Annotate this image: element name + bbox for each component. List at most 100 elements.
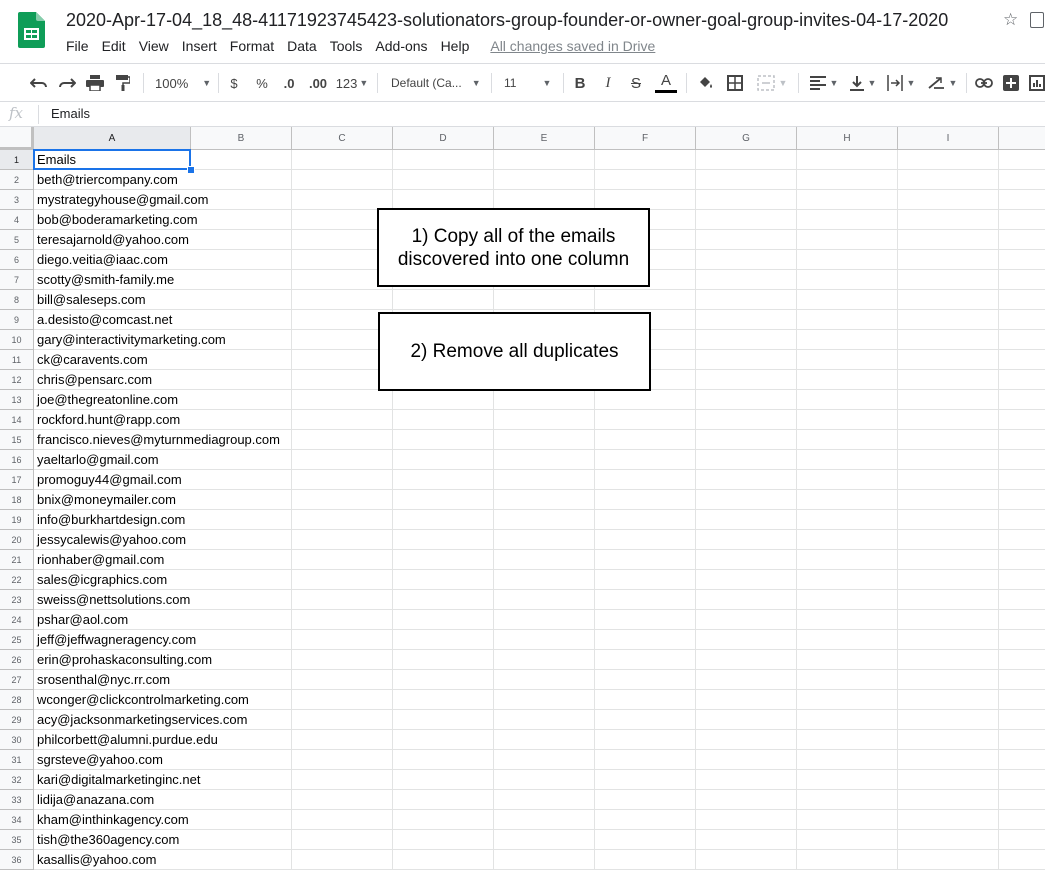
cell[interactable] (595, 430, 696, 450)
cell[interactable] (191, 170, 292, 190)
cell[interactable] (191, 390, 292, 410)
cell[interactable] (999, 330, 1045, 350)
cell-email[interactable]: diego.veitia@iaac.com (34, 250, 191, 270)
move-to-folder-icon[interactable] (1030, 12, 1044, 28)
cell[interactable] (797, 650, 898, 670)
cell[interactable] (292, 690, 393, 710)
cell[interactable] (595, 470, 696, 490)
cell[interactable] (696, 550, 797, 570)
select-all-corner[interactable] (0, 127, 34, 150)
cell-email[interactable]: a.desisto@comcast.net (34, 310, 191, 330)
cell[interactable] (494, 530, 595, 550)
row-header[interactable]: 3 (0, 190, 34, 210)
cell[interactable] (999, 790, 1045, 810)
cell[interactable] (696, 430, 797, 450)
cell[interactable] (494, 830, 595, 850)
cell[interactable] (191, 310, 292, 330)
cell[interactable] (595, 710, 696, 730)
cell[interactable] (292, 490, 393, 510)
cell[interactable] (999, 310, 1045, 330)
cell[interactable] (898, 270, 999, 290)
cell[interactable] (191, 490, 292, 510)
cell[interactable] (999, 510, 1045, 530)
cell[interactable] (494, 850, 595, 870)
cell-email[interactable]: bill@saleseps.com (34, 290, 191, 310)
cell[interactable] (393, 730, 494, 750)
cell[interactable] (898, 210, 999, 230)
cell[interactable] (898, 710, 999, 730)
increase-decimals-button[interactable]: .00 (306, 72, 330, 94)
row-header[interactable]: 19 (0, 510, 34, 530)
cell[interactable] (393, 190, 494, 210)
cell[interactable] (191, 830, 292, 850)
sheets-logo-icon[interactable] (18, 12, 45, 48)
cell[interactable] (797, 410, 898, 430)
cell-email[interactable]: jeff@jeffwagneragency.com (34, 630, 196, 650)
cell[interactable] (898, 690, 999, 710)
cell[interactable] (999, 210, 1045, 230)
cell[interactable] (999, 690, 1045, 710)
cell[interactable] (595, 670, 696, 690)
cell[interactable] (797, 770, 898, 790)
cell[interactable] (292, 510, 393, 530)
column-header-c[interactable]: C (292, 127, 393, 150)
cell[interactable] (595, 390, 696, 410)
cell[interactable] (393, 430, 494, 450)
cell[interactable] (999, 410, 1045, 430)
text-color-button[interactable]: A (655, 72, 677, 94)
cell-email[interactable]: gary@interactivitymarketing.com (34, 330, 226, 350)
cell[interactable] (191, 230, 292, 250)
cell[interactable] (393, 590, 494, 610)
cell[interactable] (292, 550, 393, 570)
row-header[interactable]: 8 (0, 290, 34, 310)
cell[interactable] (393, 290, 494, 310)
cell[interactable] (191, 250, 292, 270)
cell-email[interactable]: francisco.nieves@myturnmediagroup.com (34, 430, 280, 450)
row-header[interactable]: 17 (0, 470, 34, 490)
cell[interactable] (999, 770, 1045, 790)
cell[interactable] (696, 570, 797, 590)
row-header[interactable]: 26 (0, 650, 34, 670)
cell[interactable] (393, 470, 494, 490)
cell-email[interactable]: tish@the360agency.com (34, 830, 191, 850)
cell[interactable] (191, 810, 292, 830)
cell[interactable] (393, 530, 494, 550)
cell[interactable] (797, 210, 898, 230)
cell[interactable] (393, 830, 494, 850)
cell[interactable] (999, 610, 1045, 630)
cell[interactable] (696, 150, 797, 170)
cell[interactable] (191, 750, 292, 770)
cell[interactable] (898, 250, 999, 270)
cell[interactable] (999, 390, 1045, 410)
row-header[interactable]: 10 (0, 330, 34, 350)
row-header[interactable]: 27 (0, 670, 34, 690)
cell[interactable] (393, 170, 494, 190)
cell[interactable] (393, 410, 494, 430)
row-header[interactable]: 30 (0, 730, 34, 750)
column-header-d[interactable]: D (393, 127, 494, 150)
cell[interactable] (292, 830, 393, 850)
cell-email[interactable]: sgrsteve@yahoo.com (34, 750, 191, 770)
cell[interactable] (999, 470, 1045, 490)
cell[interactable] (797, 370, 898, 390)
cell[interactable] (999, 250, 1045, 270)
row-header[interactable]: 36 (0, 850, 34, 870)
cell[interactable] (292, 170, 393, 190)
cell[interactable] (797, 670, 898, 690)
print-icon[interactable] (85, 72, 105, 94)
cell[interactable] (494, 670, 595, 690)
cell[interactable] (797, 270, 898, 290)
row-header[interactable]: 4 (0, 210, 34, 230)
cell[interactable] (191, 350, 292, 370)
cell[interactable] (696, 590, 797, 610)
cell[interactable] (595, 410, 696, 430)
cell[interactable] (292, 850, 393, 870)
cell[interactable] (595, 650, 696, 670)
cell-email[interactable]: bob@boderamarketing.com (34, 210, 198, 230)
cell-email[interactable]: scotty@smith-family.me (34, 270, 191, 290)
cell[interactable] (393, 450, 494, 470)
cell[interactable] (191, 210, 292, 230)
text-wrapping-icon[interactable]: ▼ (884, 72, 918, 94)
cell[interactable] (999, 730, 1045, 750)
menu-addons[interactable]: Add-ons (375, 38, 427, 58)
